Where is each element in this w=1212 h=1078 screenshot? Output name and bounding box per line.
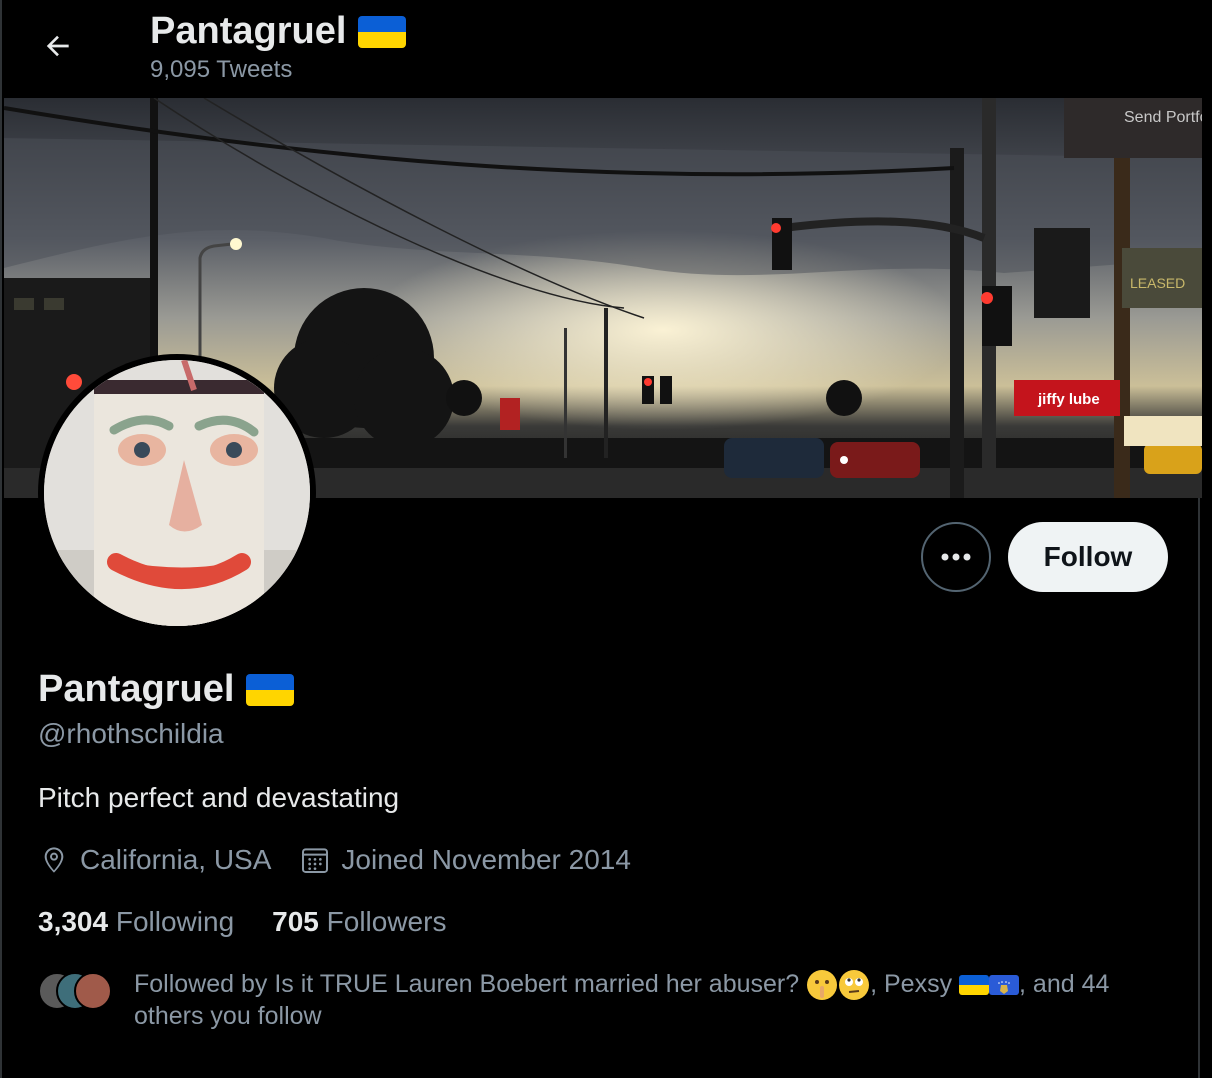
followers-label: Followers <box>326 906 447 937</box>
kosovo-flag-icon <box>989 975 1020 996</box>
more-icon <box>941 553 971 561</box>
back-arrow-icon <box>46 35 69 57</box>
following-link[interactable]: 3,304 Following <box>38 906 234 938</box>
profile-handle: @rhothschildia <box>38 718 224 749</box>
banner-sign-store: jiffy lube <box>1037 391 1100 408</box>
followed-by-avatars <box>38 972 118 1010</box>
back-button[interactable] <box>38 26 78 66</box>
ukraine-flag-icon <box>358 15 407 48</box>
following-label: Following <box>115 906 235 937</box>
profile-name-row: Pantagruel <box>38 668 295 711</box>
profile-name: Pantagruel <box>38 668 235 710</box>
location-item: California, USA <box>38 844 271 876</box>
eye-roll-emoji <box>839 970 870 1001</box>
shushing-face-emoji <box>807 970 838 1001</box>
ukraine-flag-icon <box>246 673 295 706</box>
followed-by-middle: , Pexsy <box>870 970 953 998</box>
tweet-count: 9,095 Tweets <box>150 56 293 83</box>
follow-button[interactable]: Follow <box>1008 522 1168 592</box>
followed-by-row[interactable]: Followed by Is it TRUE Lauren Boebert ma… <box>38 968 1164 1032</box>
following-count: 3,304 <box>38 906 109 937</box>
profile-meta: California, USA Joined November 2014 <box>38 844 659 876</box>
profile-bio: Pitch perfect and devastating <box>38 782 400 813</box>
followers-link[interactable]: 705 Followers <box>272 906 446 938</box>
followers-count: 705 <box>272 906 319 937</box>
profile-header: Pantagruel 9,095 Tweets <box>2 0 1202 98</box>
banner-sign-leased: LEASED <box>1130 275 1185 291</box>
profile-frame: Pantagruel 9,095 Tweets Send Portf LEASE… <box>0 0 1202 1078</box>
more-options-button[interactable] <box>921 522 991 592</box>
followed-by-text: Followed by Is it TRUE Lauren Boebert ma… <box>134 968 1164 1032</box>
joined-item: Joined November 2014 <box>299 844 631 876</box>
avatar <box>74 972 112 1010</box>
joined-text: Joined November 2014 <box>341 844 631 875</box>
profile-avatar[interactable] <box>38 354 316 632</box>
calendar-icon <box>302 848 329 873</box>
follow-counts: 3,304 Following 705 Followers <box>38 906 484 938</box>
avatar-image <box>44 360 310 626</box>
header-title: Pantagruel <box>150 10 347 52</box>
followed-by-prefix: Followed by Is it TRUE Lauren Boebert ma… <box>134 970 800 998</box>
ukraine-flag-icon <box>959 975 990 996</box>
location-text: California, USA <box>80 844 272 875</box>
banner-sign-top: Send Portfolio <box>1124 109 1202 126</box>
location-icon <box>44 847 64 873</box>
header-title-row: Pantagruel <box>150 10 407 53</box>
